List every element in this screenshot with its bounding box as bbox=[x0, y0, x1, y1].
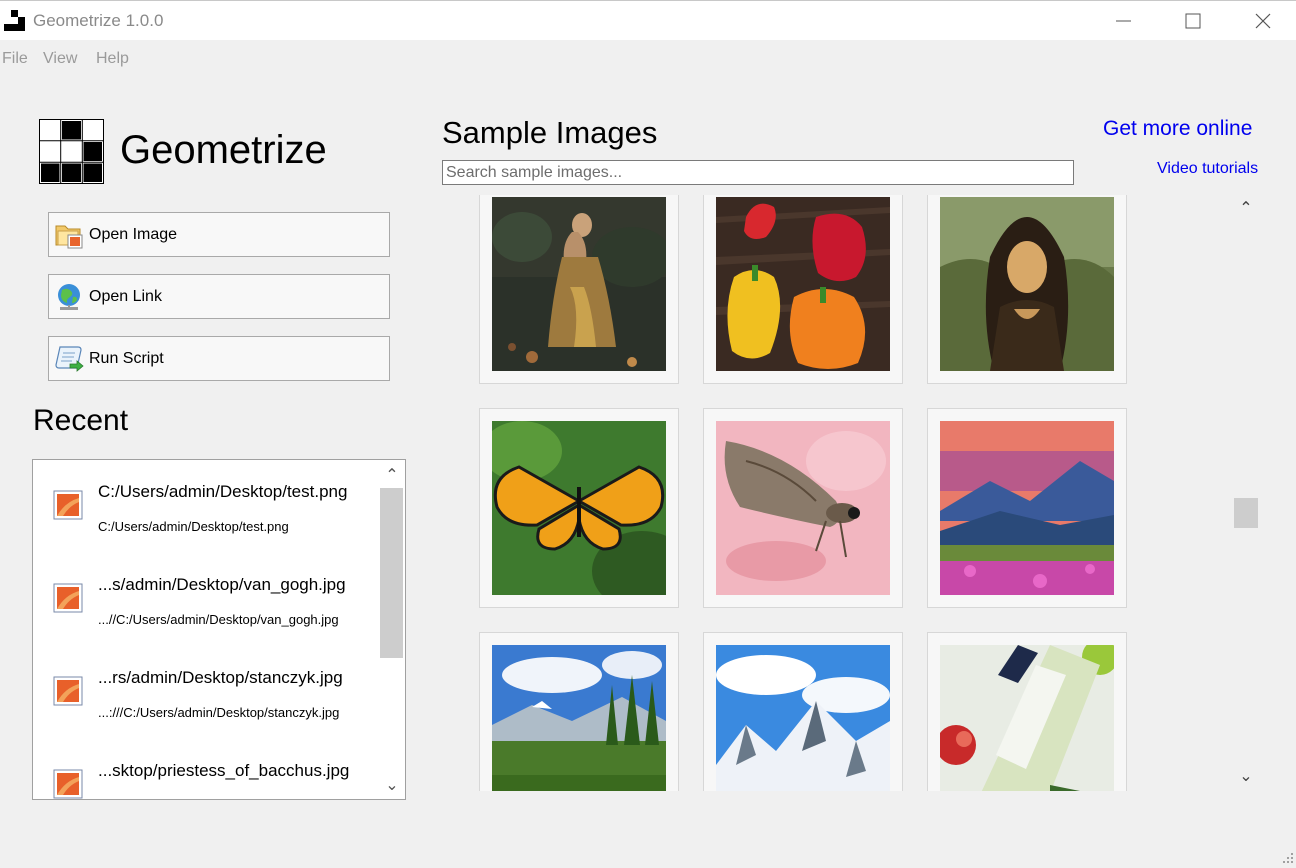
image-file-icon bbox=[53, 769, 83, 799]
recent-item-path: ...:///C:/Users/admin/Desktop/stanczyk.j… bbox=[98, 705, 340, 720]
sample-gallery[interactable] bbox=[442, 195, 1232, 791]
scroll-down-icon[interactable]: ⌄ bbox=[383, 778, 401, 794]
video-tutorials-link[interactable]: Video tutorials bbox=[1157, 160, 1258, 178]
sample-thumbnail bbox=[492, 645, 666, 791]
recent-item-name: ...sktop/priestess_of_bacchus.jpg bbox=[98, 761, 350, 780]
sample-thumbnail bbox=[492, 421, 666, 595]
menu-file[interactable]: File bbox=[2, 50, 28, 68]
recent-item[interactable]: ...s/admin/Desktop/van_gogh.jpg ...//C:/… bbox=[33, 553, 379, 647]
image-file-icon bbox=[53, 583, 83, 613]
title-bar: Geometrize 1.0.0 bbox=[0, 0, 1296, 40]
image-file-icon bbox=[53, 676, 83, 706]
sample-search-input[interactable] bbox=[442, 160, 1074, 185]
sample-image-mona-lisa[interactable] bbox=[927, 195, 1127, 384]
menu-help[interactable]: Help bbox=[96, 50, 129, 68]
sample-thumbnail bbox=[940, 421, 1114, 595]
recent-heading: Recent bbox=[33, 404, 129, 437]
folder-image-icon bbox=[55, 225, 83, 249]
sample-images-heading: Sample Images bbox=[442, 115, 658, 150]
sample-image-alpine-meadow[interactable] bbox=[479, 632, 679, 791]
recent-scrollbar-thumb[interactable] bbox=[380, 488, 403, 658]
maximize-button[interactable] bbox=[1170, 1, 1216, 41]
sample-thumbnail bbox=[940, 645, 1114, 791]
app-name-heading: Geometrize bbox=[120, 128, 327, 172]
sample-image-snowy-mountains[interactable] bbox=[703, 632, 903, 791]
recent-item[interactable]: C:/Users/admin/Desktop/test.png C:/Users… bbox=[33, 460, 379, 554]
recent-item-name: ...s/admin/Desktop/van_gogh.jpg bbox=[98, 575, 346, 594]
sample-image-monarch-butterfly[interactable] bbox=[479, 408, 679, 608]
sample-image-wine-bottle[interactable] bbox=[927, 632, 1127, 791]
recent-scrollbar[interactable]: ⌃ ⌄ bbox=[379, 460, 405, 799]
recent-item[interactable]: ...sktop/priestess_of_bacchus.jpg bbox=[33, 739, 379, 799]
sample-thumbnail bbox=[716, 197, 890, 371]
resize-grip-icon[interactable] bbox=[1282, 852, 1294, 864]
sample-thumbnail bbox=[716, 421, 890, 595]
script-scroll-icon bbox=[55, 346, 84, 372]
recent-files-list[interactable]: C:/Users/admin/Desktop/test.png C:/Users… bbox=[32, 459, 406, 800]
recent-item-name: C:/Users/admin/Desktop/test.png bbox=[98, 482, 348, 501]
open-image-button[interactable]: Open Image bbox=[48, 212, 390, 257]
globe-icon bbox=[58, 284, 80, 310]
sample-image-moth-on-pink[interactable] bbox=[703, 408, 903, 608]
image-file-icon bbox=[53, 490, 83, 520]
menu-bar: File View Help bbox=[0, 40, 1296, 76]
sample-thumbnail bbox=[492, 197, 666, 371]
open-image-label: Open Image bbox=[89, 226, 178, 243]
window-title: Geometrize 1.0.0 bbox=[33, 11, 164, 30]
geometrize-app-icon bbox=[4, 10, 26, 32]
run-script-button[interactable]: Run Script bbox=[48, 336, 390, 381]
sample-thumbnail bbox=[716, 645, 890, 791]
scroll-down-icon[interactable]: ⌄ bbox=[1237, 769, 1255, 785]
sample-image-mountain-sunset[interactable] bbox=[927, 408, 1127, 608]
scroll-up-icon[interactable]: ⌃ bbox=[383, 468, 401, 484]
get-more-online-link[interactable]: Get more online bbox=[1103, 117, 1252, 141]
scroll-up-icon[interactable]: ⌃ bbox=[1237, 201, 1255, 217]
menu-view[interactable]: View bbox=[43, 50, 77, 68]
recent-item-path: ...//C:/Users/admin/Desktop/van_gogh.jpg bbox=[98, 612, 339, 627]
minimize-button[interactable] bbox=[1100, 1, 1146, 41]
sample-image-woman-in-dress[interactable] bbox=[479, 195, 679, 384]
open-link-button[interactable]: Open Link bbox=[48, 274, 390, 319]
geometrize-logo bbox=[39, 119, 104, 184]
gallery-scrollbar[interactable]: ⌃ ⌄ bbox=[1232, 195, 1260, 791]
recent-item-name: ...rs/admin/Desktop/stanczyk.jpg bbox=[98, 668, 343, 687]
recent-item-path: C:/Users/admin/Desktop/test.png bbox=[98, 519, 289, 534]
open-link-label: Open Link bbox=[89, 288, 162, 305]
sample-thumbnail bbox=[940, 197, 1114, 371]
recent-item[interactable]: ...rs/admin/Desktop/stanczyk.jpg ...:///… bbox=[33, 646, 379, 740]
sample-image-bell-peppers[interactable] bbox=[703, 195, 903, 384]
close-button[interactable] bbox=[1240, 1, 1286, 41]
run-script-label: Run Script bbox=[89, 350, 164, 367]
gallery-scrollbar-thumb[interactable] bbox=[1234, 498, 1258, 528]
